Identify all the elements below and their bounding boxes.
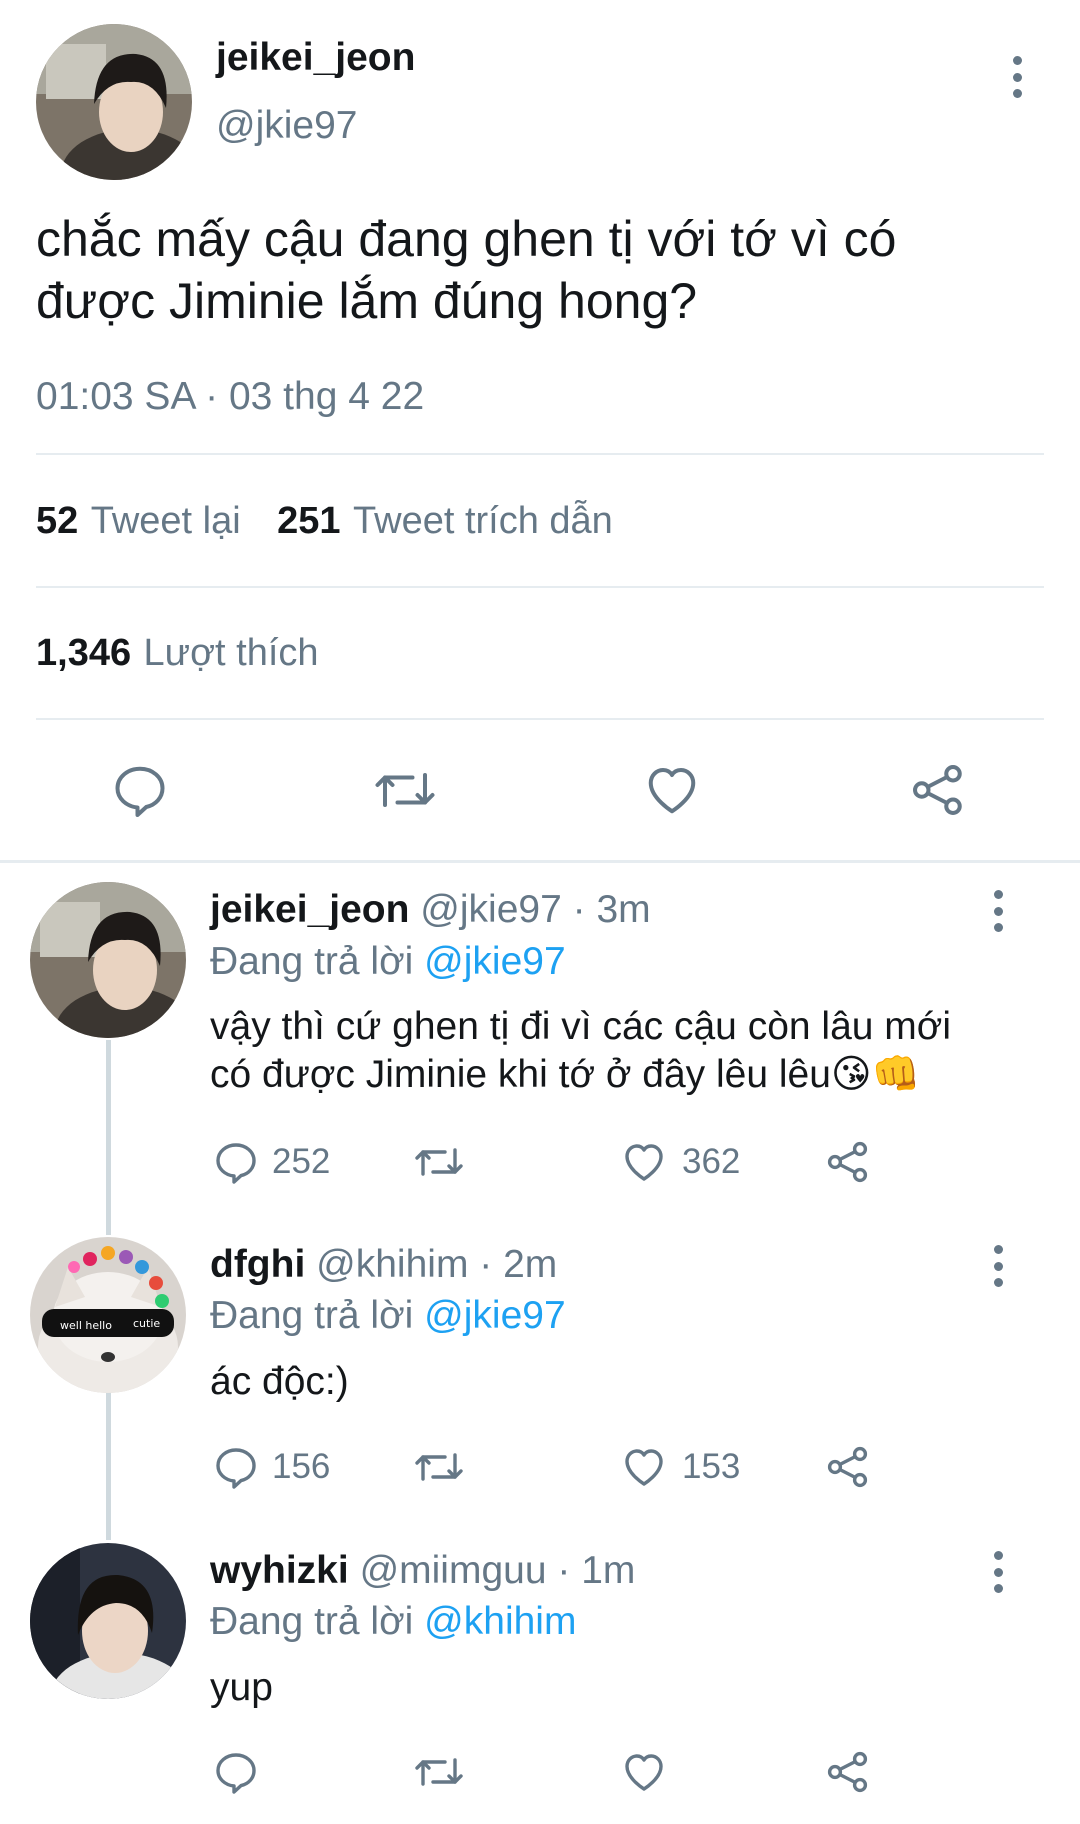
reply-text-line: yup: [210, 1666, 273, 1709]
reply-avatar[interactable]: well hello cutie: [30, 1237, 186, 1393]
reply-time[interactable]: · 1m: [557, 1549, 635, 1592]
likes-label[interactable]: Lượt thích: [144, 632, 319, 674]
reply-time[interactable]: · 3m: [573, 888, 651, 931]
replying-to: Đang trả lời @khihim: [210, 1600, 576, 1644]
more-icon[interactable]: [1012, 56, 1022, 98]
replying-to-link[interactable]: @khihim: [424, 1600, 576, 1643]
more-icon[interactable]: [993, 1551, 1003, 1593]
like-icon[interactable]: [620, 1443, 668, 1491]
main-avatar[interactable]: [36, 24, 192, 180]
reply-time[interactable]: · 2m: [479, 1243, 557, 1286]
replying-to: Đang trả lời @jkie97: [210, 1294, 566, 1338]
reply-display-name[interactable]: dfghi: [210, 1243, 305, 1286]
replying-to-link[interactable]: @jkie97: [424, 1294, 566, 1337]
retweets-count[interactable]: 52: [36, 500, 78, 542]
reply-header: dfghi @khihim · 2m: [210, 1243, 557, 1287]
reply-display-name[interactable]: jeikei_jeon: [210, 888, 409, 931]
like-icon[interactable]: [642, 760, 702, 820]
reply-count: 252: [272, 1142, 331, 1181]
reply-text-line: vậy thì cứ ghen tị đi vì các cậu còn lâu…: [210, 1005, 952, 1048]
replying-prefix: Đang trả lời: [210, 940, 414, 983]
avatar-photo: [30, 1543, 186, 1699]
likes-stats: 1,346 Lượt thích: [36, 632, 319, 675]
like-count: 362: [682, 1142, 741, 1181]
divider: [36, 586, 1044, 588]
quotes-label[interactable]: Tweet trích dẫn: [353, 500, 613, 542]
share-icon[interactable]: [824, 1748, 872, 1796]
reply-handle[interactable]: @miimguu: [360, 1549, 547, 1592]
reply-display-name[interactable]: wyhizki: [210, 1549, 349, 1592]
reply-avatar[interactable]: [30, 882, 186, 1038]
like-icon[interactable]: [620, 1748, 668, 1796]
main-tweet-line: chắc mấy cậu đang ghen tị với tớ vì có: [36, 211, 897, 267]
divider: [36, 453, 1044, 455]
main-tweet-text: chắc mấy cậu đang ghen tị với tớ vì có đ…: [36, 208, 896, 332]
reply-icon[interactable]: [212, 1748, 260, 1796]
reply-text-line: có được Jiminie khi tớ ở đây lêu lêu😘👊: [210, 1053, 921, 1096]
main-tweet-line: được Jiminie lắm đúng hong?: [36, 273, 698, 329]
share-icon[interactable]: [824, 1443, 872, 1491]
reply-avatar[interactable]: [30, 1543, 186, 1699]
replying-prefix: Đang trả lời: [210, 1600, 414, 1643]
section-separator: [0, 860, 1080, 863]
like-icon[interactable]: [620, 1138, 668, 1186]
retweet-icon[interactable]: [412, 1748, 466, 1796]
reply-text: vậy thì cứ ghen tị đi vì các cậu còn lâu…: [210, 1003, 951, 1099]
avatar-sticker-text: cutie: [133, 1317, 160, 1330]
reply-count: 156: [272, 1447, 331, 1486]
reply-handle[interactable]: @jkie97: [420, 888, 562, 931]
share-icon[interactable]: [824, 1138, 872, 1186]
avatar-sticker-text: well hello: [60, 1319, 112, 1332]
retweets-label[interactable]: Tweet lại: [91, 500, 241, 542]
reply-text: ác độc:): [210, 1358, 349, 1406]
avatar-photo: well hello cutie: [30, 1237, 186, 1393]
retweet-icon[interactable]: [372, 760, 438, 820]
main-display-name[interactable]: jeikei_jeon: [216, 36, 415, 80]
more-icon[interactable]: [993, 1245, 1003, 1287]
reply-text: yup: [210, 1664, 273, 1712]
replying-to: Đang trả lời @jkie97: [210, 940, 566, 984]
retweet-stats: 52 Tweet lại 251 Tweet trích dẫn: [36, 500, 613, 543]
like-count: 153: [682, 1447, 741, 1486]
replying-prefix: Đang trả lời: [210, 1294, 414, 1337]
retweet-icon[interactable]: [412, 1138, 466, 1186]
quotes-count[interactable]: 251: [277, 500, 340, 542]
reply-handle[interactable]: @khihim: [316, 1243, 468, 1286]
reply-icon[interactable]: [212, 1138, 260, 1186]
main-timestamp[interactable]: 01:03 SA · 03 thg 4 22: [36, 375, 424, 419]
more-icon[interactable]: [993, 890, 1003, 932]
retweet-icon[interactable]: [412, 1443, 466, 1491]
replying-to-link[interactable]: @jkie97: [424, 940, 566, 983]
likes-count[interactable]: 1,346: [36, 632, 131, 674]
share-icon[interactable]: [908, 760, 968, 820]
reply-header: jeikei_jeon @jkie97 · 3m: [210, 888, 651, 932]
avatar-photo: [36, 24, 192, 180]
main-handle[interactable]: @jkie97: [216, 104, 358, 148]
thread-line: [106, 1040, 111, 1235]
avatar-photo: [30, 882, 186, 1038]
divider: [36, 718, 1044, 720]
thread-line: [106, 1392, 111, 1540]
reply-text-line: ác độc:): [210, 1360, 349, 1403]
reply-header: wyhizki @miimguu · 1m: [210, 1549, 635, 1593]
reply-icon[interactable]: [110, 760, 170, 820]
reply-icon[interactable]: [212, 1443, 260, 1491]
